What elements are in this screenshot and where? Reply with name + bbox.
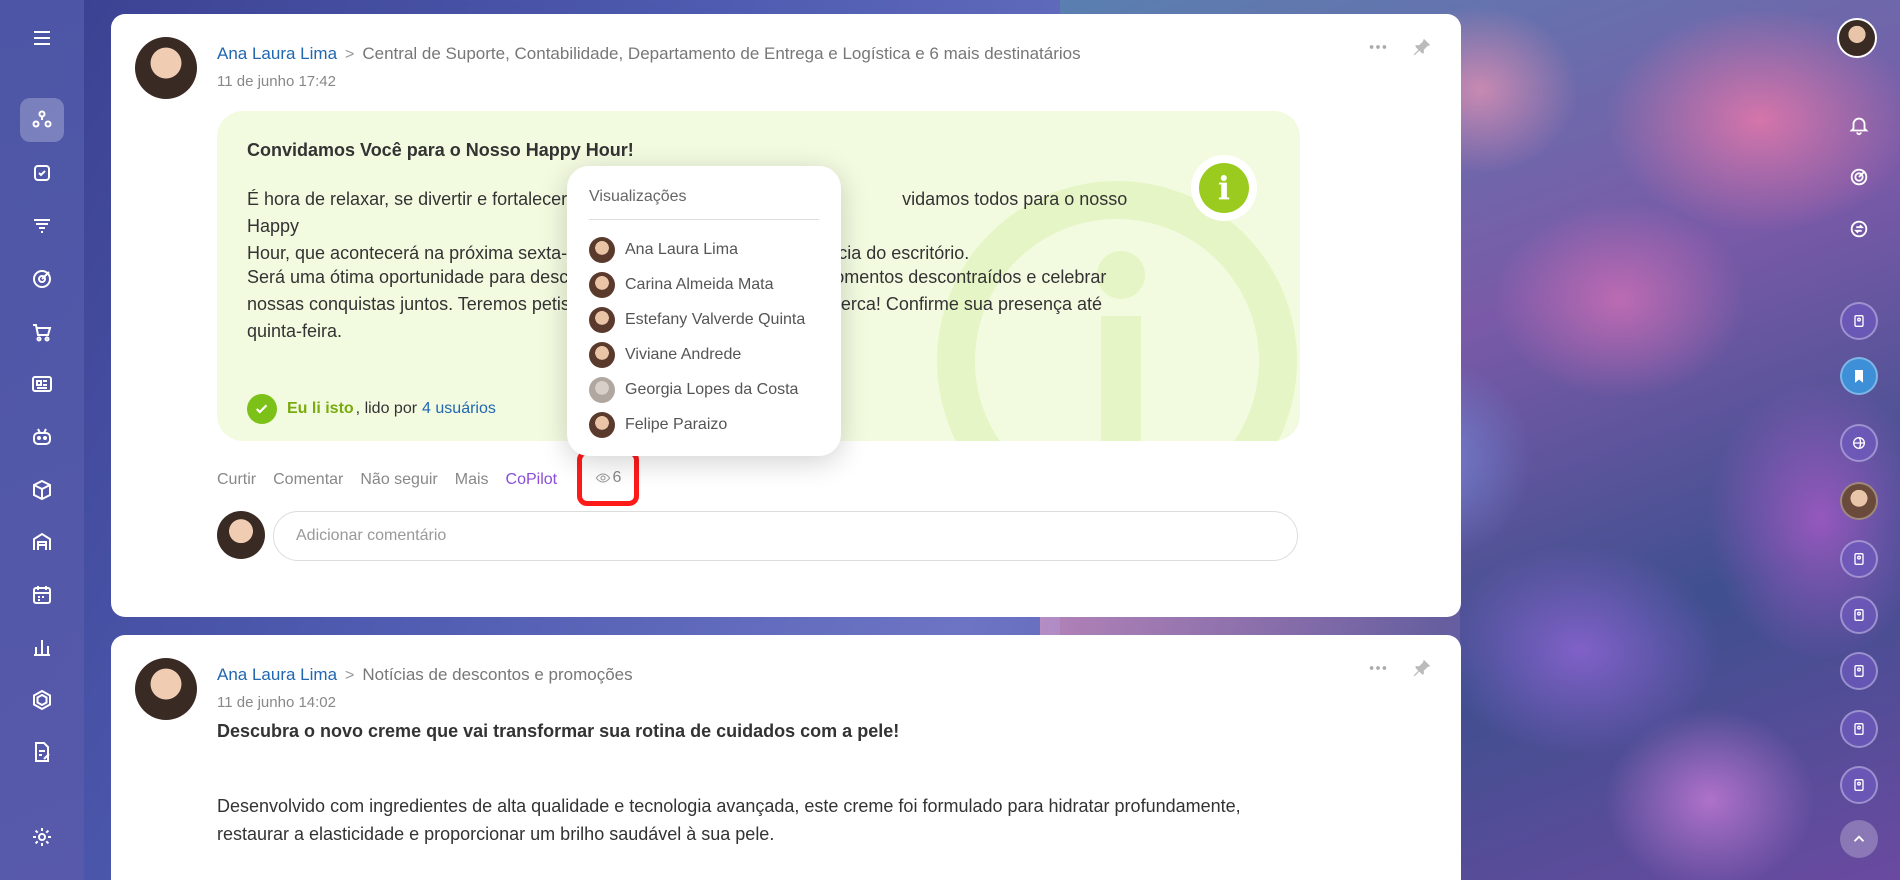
hexagon-icon[interactable] [20,678,64,722]
views-popup-title: Visualizações [589,188,687,205]
document-edit-icon[interactable] [20,730,64,774]
post-body: Desenvolvido com ingredientes de alta qu… [217,796,1241,844]
read-confirmation: Eu li isto , lido por 4 usuários [247,394,496,424]
more-options-icon[interactable] [1367,36,1389,58]
more-button[interactable]: Mais [455,471,489,489]
right-sidebar [1820,0,1900,880]
calendar-icon[interactable] [20,573,64,617]
user-avatar [589,341,615,368]
user-avatar [589,411,615,438]
feed-icon[interactable] [20,98,64,142]
post-destinations[interactable]: Central de Suporte, Contabilidade, Depar… [362,44,910,63]
list-item[interactable]: Carina Almeida Mata [589,267,805,302]
user-avatar [589,376,615,403]
pin-icon[interactable] [1411,36,1433,58]
post-date[interactable]: 11 de junho 14:02 [217,694,336,711]
author-name[interactable]: Ana Laura Lima [217,665,337,684]
comment-placeholder: Adicionar comentário [296,527,447,544]
post-date[interactable]: 11 de junho 17:42 [217,73,336,90]
divider [589,219,819,220]
bell-icon[interactable] [1842,108,1876,142]
left-sidebar [0,0,84,880]
chat-sync-icon[interactable] [1842,212,1876,246]
target-icon[interactable] [20,257,64,301]
views-counter[interactable]: 6 [577,450,639,506]
current-user-avatar [217,511,265,559]
tasks-icon[interactable] [20,151,64,195]
author-avatar[interactable] [135,37,197,99]
views-count: 6 [612,469,622,486]
read-me-label: Eu li isto [287,400,354,417]
pulse-icon[interactable] [1842,160,1876,194]
chevron-right-icon: > [345,667,355,684]
news-icon[interactable] [20,362,64,406]
comment-button[interactable]: Comentar [273,471,343,489]
user-avatar [589,271,615,298]
post-title: Descubra o novo creme que vai transforma… [217,721,900,741]
read-by-label: , lido por [355,400,418,417]
contact-icon[interactable] [1840,302,1878,340]
user-avatar [589,236,615,263]
info-title: Convidamos Você para o Nosso Happy Hour! [247,140,634,160]
settings-icon[interactable] [20,815,64,859]
like-button[interactable]: Curtir [217,471,256,489]
chart-icon[interactable] [20,625,64,669]
post-destination[interactable]: Notícias de descontos e promoções [362,665,632,684]
list-item[interactable]: Estefany Valverde Quinta [589,302,805,337]
author-avatar[interactable] [135,658,197,720]
list-item[interactable]: Viviane Andrede [589,337,805,372]
cart-icon[interactable] [20,310,64,354]
info-icon: i [1191,155,1257,221]
views-popup: Visualizações Ana Laura Lima Carina Alme… [567,166,841,456]
bookmark-icon[interactable] [1840,357,1878,395]
post-card: Ana Laura Lima > Notícias de descontos e p… [111,635,1461,880]
post-card-actions [1367,657,1433,679]
eye-icon [595,473,610,483]
post-actions: Curtir Comentar Não seguir Mais CoPilot [217,471,574,489]
author-name[interactable]: Ana Laura Lima [217,44,337,63]
post-header: Ana Laura Lima > Notícias de descontos e p… [217,665,633,685]
copilot-button[interactable]: CoPilot [506,471,558,489]
more-recipients[interactable]: e 6 mais destinatários [915,44,1080,63]
post-card-actions [1367,36,1433,58]
user-avatar-small[interactable] [1840,482,1878,520]
scroll-up-icon[interactable] [1840,820,1878,858]
chevron-right-icon: > [345,46,355,63]
box-icon[interactable] [20,468,64,512]
contact-icon[interactable] [1840,596,1878,634]
funnel-icon[interactable] [20,204,64,248]
menu-icon[interactable] [20,16,64,60]
contact-icon[interactable] [1840,540,1878,578]
robot-icon[interactable] [20,415,64,459]
comment-input[interactable]: Adicionar comentário [273,511,1298,561]
unfollow-button[interactable]: Não seguir [360,471,437,489]
read-users-link[interactable]: 4 usuários [422,400,496,418]
contact-icon[interactable] [1840,652,1878,690]
contact-icon[interactable] [1840,766,1878,804]
post-header: Ana Laura Lima > Central de Suporte, Conta… [217,44,1081,64]
list-item[interactable]: Georgia Lopes da Costa [589,372,805,407]
views-user-list: Ana Laura Lima Carina Almeida Mata Estef… [589,232,805,442]
globe-icon[interactable] [1840,424,1878,462]
pin-icon[interactable] [1411,657,1433,679]
list-item[interactable]: Ana Laura Lima [589,232,805,267]
more-options-icon[interactable] [1367,657,1389,679]
user-avatar[interactable] [1837,18,1877,58]
warehouse-icon[interactable] [20,520,64,564]
check-icon [247,394,277,424]
contact-icon[interactable] [1840,710,1878,748]
user-avatar [589,306,615,333]
list-item[interactable]: Felipe Paraizo [589,407,805,442]
